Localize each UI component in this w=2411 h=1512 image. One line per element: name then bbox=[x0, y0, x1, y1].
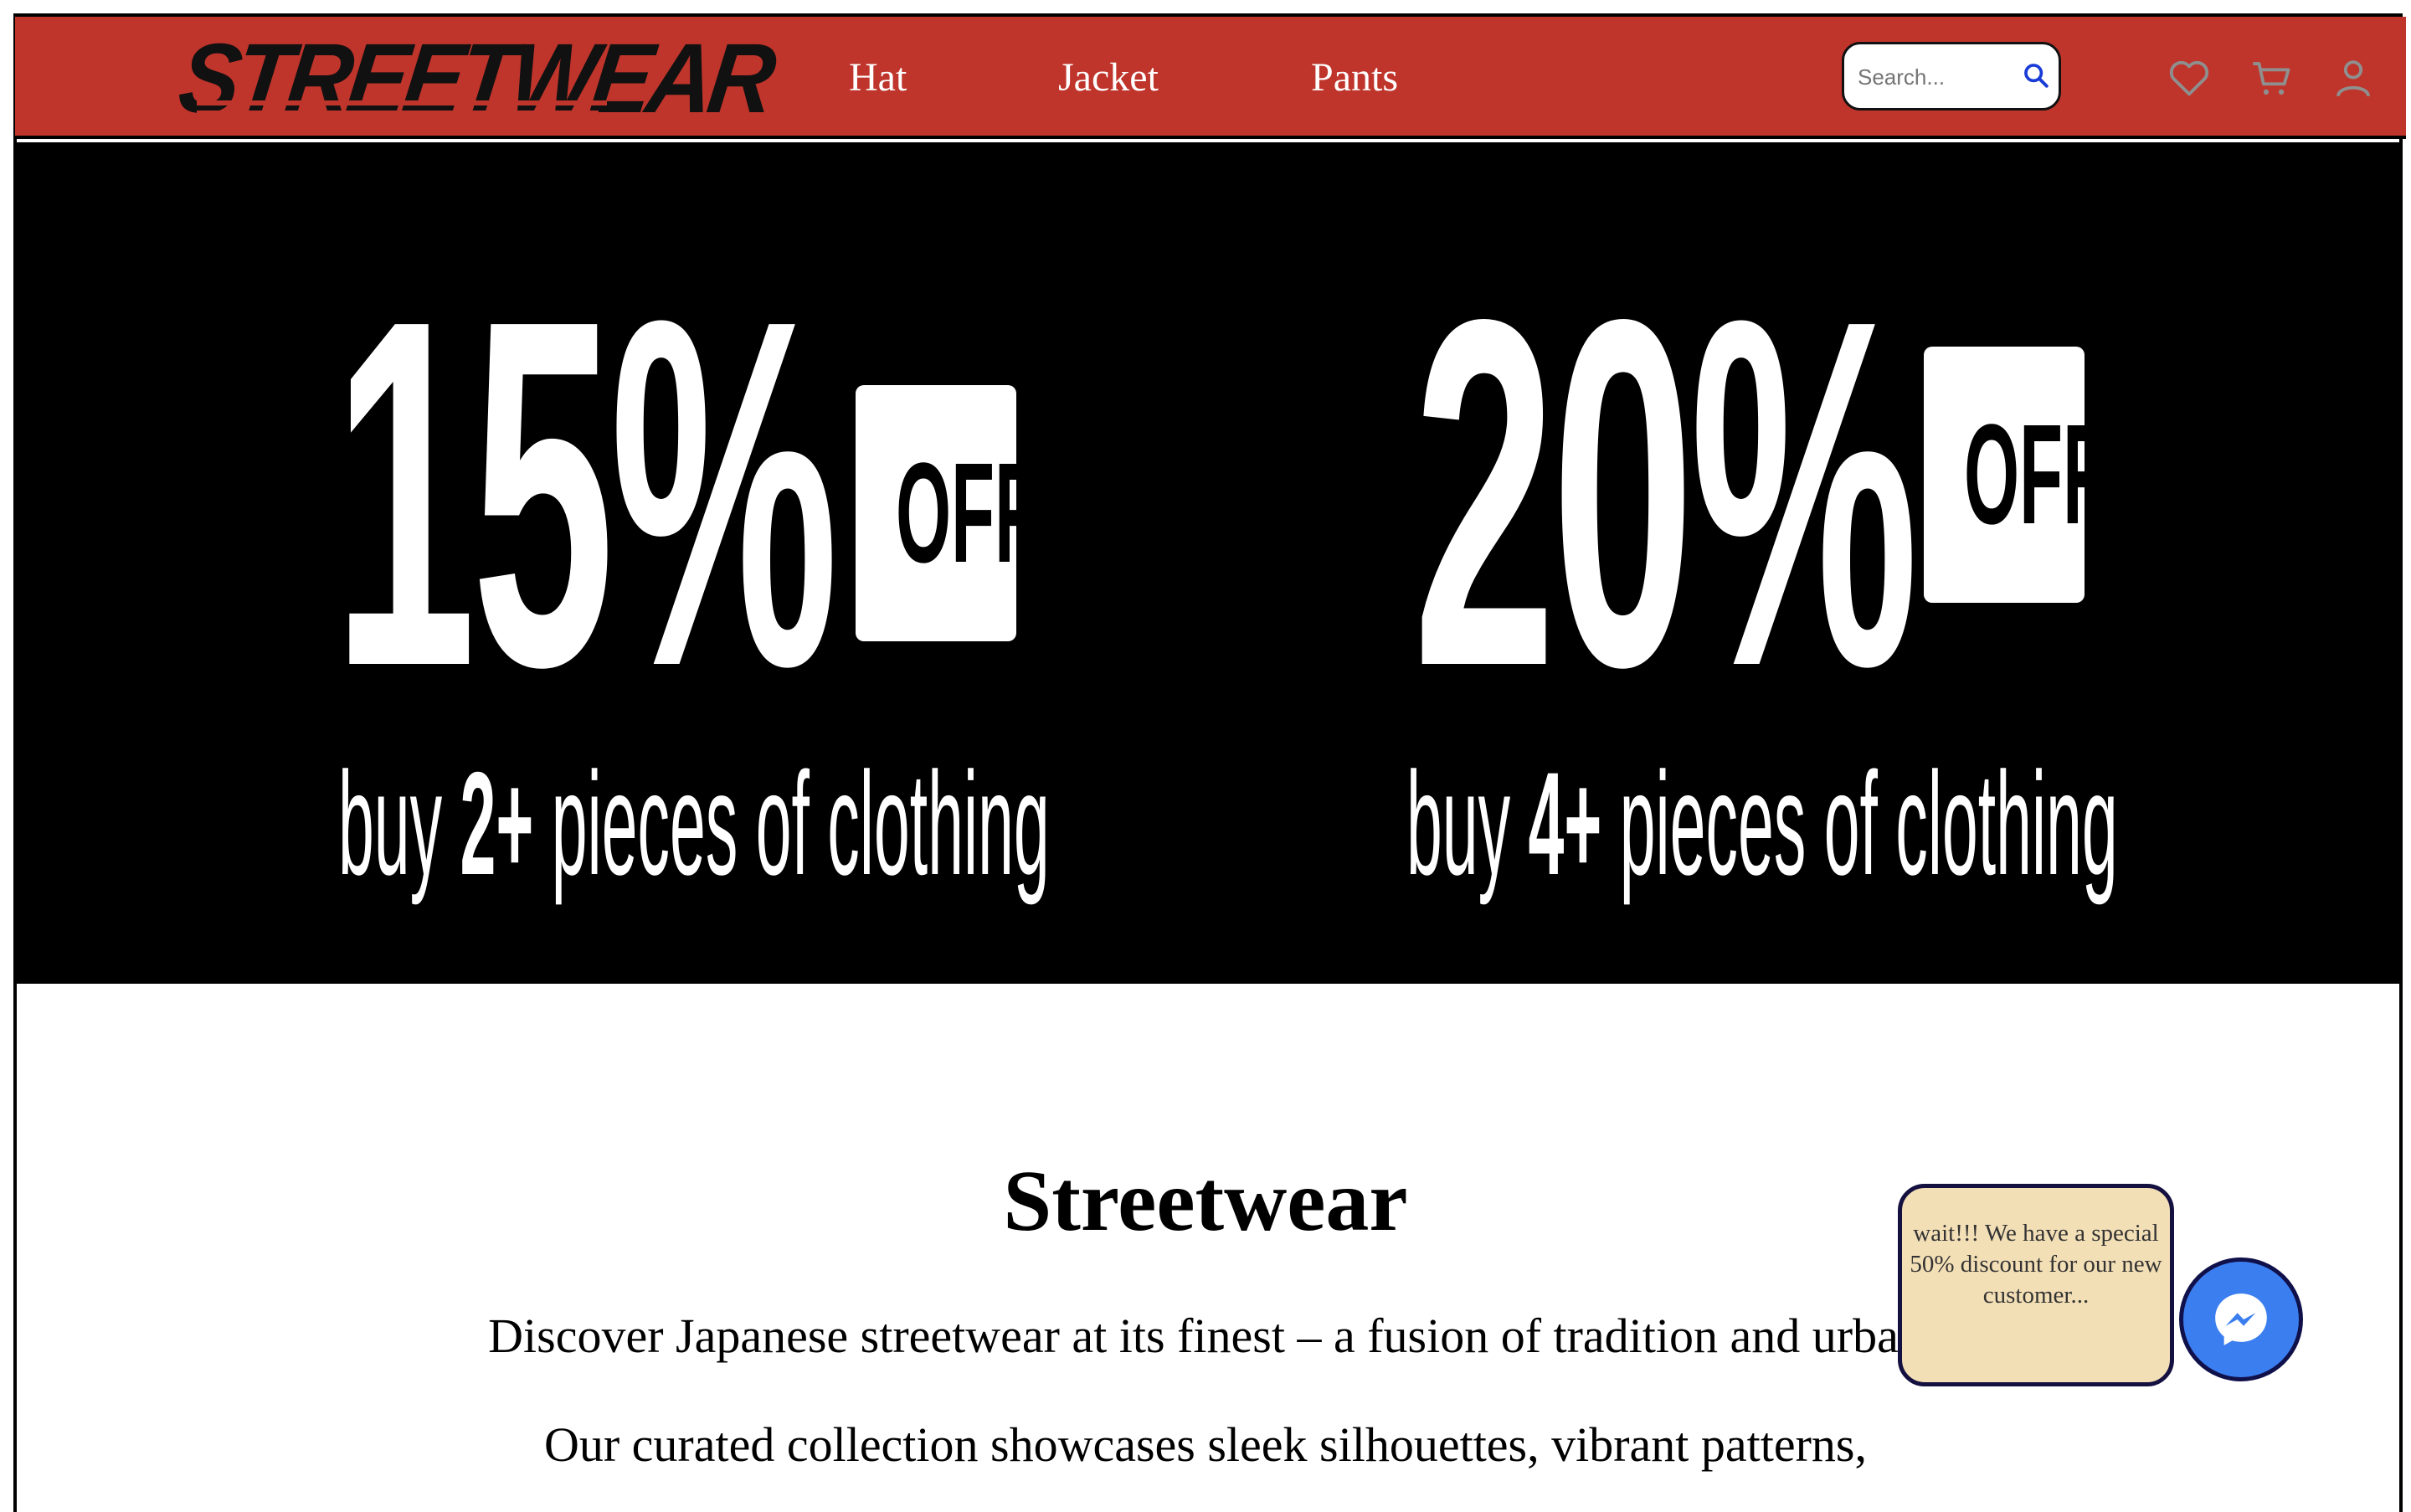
logo-stripe bbox=[197, 121, 590, 126]
offer-line: buy 4+ pieces of clothing bbox=[1406, 743, 2118, 906]
nav-item-hat[interactable]: Hat bbox=[849, 17, 907, 139]
nav-item-jacket[interactable]: Jacket bbox=[1058, 17, 1159, 139]
promo-banner[interactable]: 15% OFF buy 2+ pieces of clothing 20% OF… bbox=[15, 142, 2403, 984]
offer-percent: 20% bbox=[1413, 218, 1919, 769]
nav-item-pants[interactable]: Pants bbox=[1311, 17, 1398, 139]
messenger-chat-button[interactable] bbox=[2179, 1257, 2303, 1381]
off-label: OFF bbox=[1964, 395, 2106, 554]
off-badge: OFF bbox=[856, 385, 1038, 641]
cart-icon[interactable] bbox=[2247, 54, 2295, 102]
messenger-icon bbox=[2215, 1293, 2267, 1345]
popup-text: wait!!! We have a special 50% discount f… bbox=[1910, 1220, 2162, 1309]
intro-paragraph: Our curated collection showcases sleek s… bbox=[543, 1417, 1868, 1472]
logo[interactable]: STREETWEAR bbox=[173, 23, 778, 134]
logo-stripe bbox=[197, 111, 599, 116]
off-label: OFF bbox=[896, 434, 1038, 593]
search-box bbox=[1842, 42, 2061, 111]
logo-stripe bbox=[197, 100, 607, 105]
off-badge: OFF bbox=[1924, 347, 2106, 603]
user-icon[interactable] bbox=[2329, 54, 2378, 102]
search-icon[interactable] bbox=[2022, 61, 2050, 90]
site-header: STREETWEAR Hat Jacket Pants bbox=[15, 17, 2406, 139]
search-input[interactable] bbox=[1856, 44, 2018, 110]
offer-line: buy 2+ pieces of clothing bbox=[338, 743, 1050, 906]
offer-percent: 15% bbox=[333, 218, 839, 769]
discount-popup[interactable]: wait!!! We have a special 50% discount f… bbox=[1898, 1184, 2174, 1386]
heart-icon[interactable] bbox=[2165, 54, 2213, 102]
